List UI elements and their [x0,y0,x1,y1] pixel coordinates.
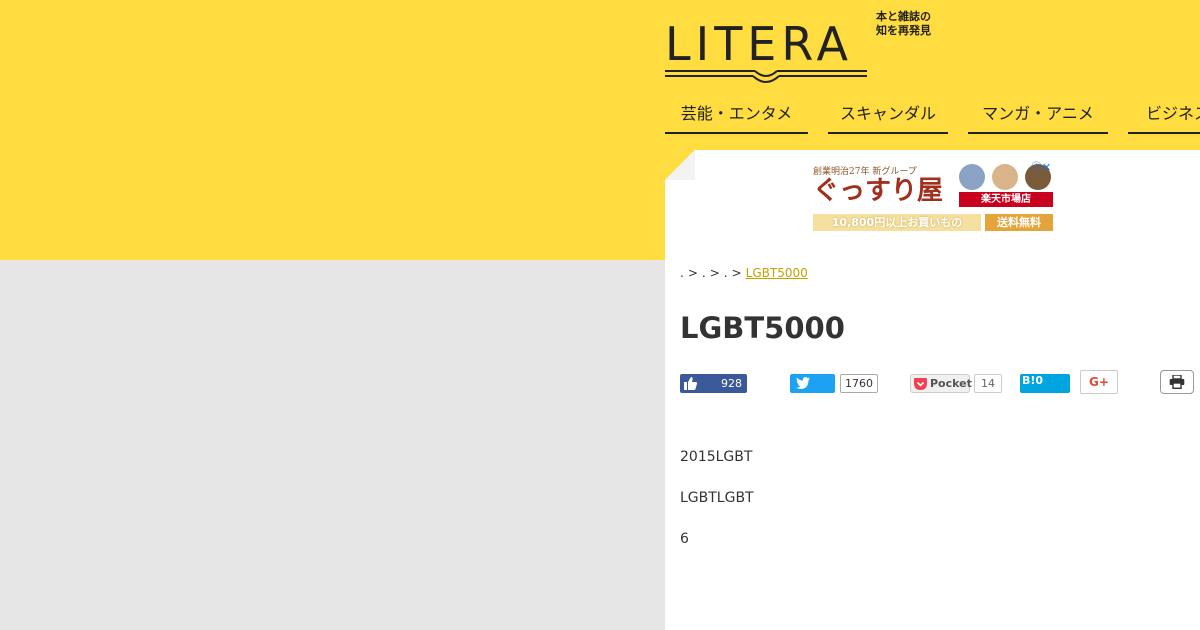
breadcrumb-current[interactable]: LGBT5000 [746,266,808,280]
hatena-bookmark-button[interactable]: B!0 [1020,374,1070,393]
print-button[interactable] [1160,370,1194,394]
facebook-like-button[interactable]: 928 [680,374,747,393]
twitter-count: 1760 [840,374,878,393]
article-title: LGBT5000 [680,311,845,345]
breadcrumb-separator: > [709,266,720,280]
breadcrumb-subcategory[interactable]: . [724,266,728,280]
hatena-label: B! [1022,374,1036,387]
nav-item-scandal[interactable]: スキャンダル [828,100,948,134]
logo-tagline: 本と雑誌の 知を再発見 [876,10,946,38]
pocket-count: 14 [974,374,1002,393]
article-panel: 創業明治27年 新グループ ぐっすり屋 ⓘ✕ 楽天市場店 10,800円以上お買… [665,150,1200,630]
google-plus-button[interactable]: G+ [1080,370,1118,394]
open-book-icon [665,70,867,83]
breadcrumb-category[interactable]: . [702,266,706,280]
nav-item-manga-anime[interactable]: マンガ・アニメ [968,100,1108,134]
breadcrumb-separator: > [731,266,742,280]
nav-item-business[interactable]: ビジネス [1128,100,1200,134]
ad-photo-food [992,164,1018,190]
pocket-icon [914,378,927,390]
twitter-bird-icon [796,377,810,389]
page-fold-corner [665,150,695,180]
article-body: 2015LGBT LGBTLGBT 6 [680,448,1180,571]
article-paragraph: 2015LGBT [680,449,753,465]
thumbs-up-icon [684,377,697,390]
hatena-count: 0 [1035,374,1044,387]
ad-photo-building [959,164,985,190]
logo-wordmark: LITERA [665,17,853,71]
tagline-line-2: 知を再発見 [876,24,931,37]
twitter-share-button[interactable] [790,374,835,393]
ad-choices-icon[interactable]: ⓘ✕ [1031,162,1051,174]
nav-item-entertainment[interactable]: 芸能・エンタメ [665,100,808,134]
ad-offer: 10,800円以上お買いもの [813,214,981,231]
print-icon [1169,375,1185,389]
ad-shipping: 送料無料 [985,214,1053,231]
breadcrumb-separator: > [687,266,698,280]
article-paragraph: 6 [680,531,689,547]
share-bar: 928 1760 Pocket 14 B!0 G+ [680,370,1200,394]
breadcrumb-home[interactable]: . [680,266,684,280]
ad-title: ぐっすり屋 [813,176,944,206]
ad-store-label: 楽天市場店 [959,192,1053,207]
pocket-label: Pocket [930,377,972,390]
site-logo[interactable]: LITERA 本と雑誌の 知を再発見 [665,10,955,90]
advertisement[interactable]: 創業明治27年 新グループ ぐっすり屋 ⓘ✕ 楽天市場店 10,800円以上お買… [813,162,1053,232]
article-paragraph: LGBTLGBT [680,490,754,506]
pocket-button[interactable]: Pocket [910,374,972,393]
category-nav: 芸能・エンタメ スキャンダル マンガ・アニメ ビジネス [665,100,1200,134]
tagline-line-1: 本と雑誌の [876,10,931,23]
hatena-bookmark-icon: B!0 [1022,374,1043,387]
breadcrumb: . >. >. > LGBT5000 [680,266,808,280]
facebook-count: 928 [721,377,742,390]
